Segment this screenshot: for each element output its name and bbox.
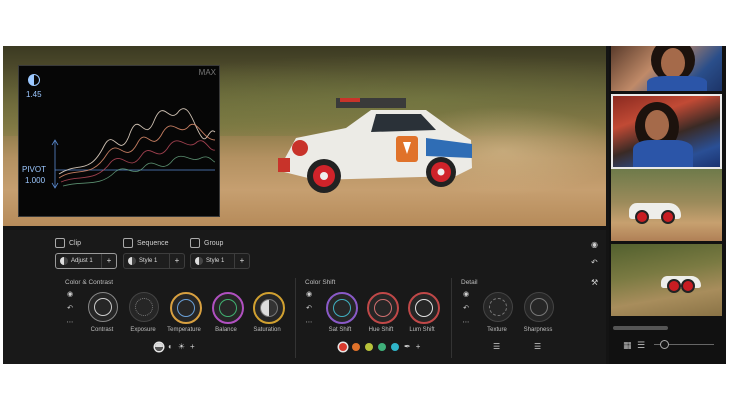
knob-label-sharpness: Sharpness — [523, 327, 553, 333]
section-title-color-shift: Color Shift — [305, 279, 336, 286]
style-icon — [128, 257, 136, 265]
levels-mode-icon[interactable] — [155, 343, 163, 351]
knob-hue-shift[interactable] — [367, 292, 399, 324]
wrench-icon[interactable]: ⚒ — [591, 278, 598, 287]
adjustment-icon — [60, 257, 68, 265]
sharpness-settings-icon[interactable]: ☰ — [534, 343, 541, 351]
swatch-cyan[interactable] — [391, 343, 399, 351]
tab-clip-label: Clip — [69, 239, 82, 247]
color-contrast-modes: ◐ ☀ + — [155, 343, 195, 351]
section-title-detail: Detail — [461, 279, 478, 286]
knob-contrast[interactable] — [88, 292, 118, 322]
undo-icon[interactable]: ↶ — [591, 258, 598, 267]
group-icon — [190, 238, 200, 248]
layer-chip-label: Style 1 — [139, 258, 158, 264]
reset-icon[interactable]: ↶ — [304, 302, 314, 316]
section-tools-color-shift: ◉ ↶ ⋯ — [304, 288, 314, 330]
clip-thumbnails: ▦ ☰ — [609, 46, 726, 364]
eyedropper-icon[interactable]: ✒ — [404, 343, 411, 351]
swatch-green[interactable] — [378, 343, 386, 351]
section-tools-color-contrast: ◉ ↶ ⋯ — [65, 288, 75, 330]
color-grading-app: MAX 1.45 PIVOT 1.000 ▦ ☰ Clip Sequence G… — [3, 46, 726, 364]
more-icon[interactable]: ⋯ — [304, 316, 314, 330]
knob-sharpness[interactable] — [524, 292, 554, 322]
brightness-mode-icon[interactable]: ☀ — [178, 343, 185, 351]
reset-icon[interactable]: ↶ — [65, 302, 75, 316]
scope-overlay[interactable]: MAX 1.45 PIVOT 1.000 — [18, 65, 220, 217]
swatch-orange[interactable] — [352, 343, 360, 351]
eye-icon[interactable]: ◉ — [461, 288, 471, 302]
style-icon — [195, 257, 203, 265]
add-layer-button[interactable]: + — [169, 254, 184, 268]
more-icon[interactable]: ⋯ — [461, 316, 471, 330]
thumbnail-clip-3[interactable] — [611, 169, 722, 241]
knob-saturation[interactable] — [253, 292, 285, 324]
knob-exposure[interactable] — [129, 292, 159, 322]
list-view-icon[interactable]: ☰ — [637, 340, 645, 351]
video-viewer[interactable]: MAX 1.45 PIVOT 1.000 — [3, 46, 606, 226]
layer-chip-label: Adjust 1 — [71, 258, 93, 264]
swatch-red[interactable] — [339, 343, 347, 351]
tab-sequence-label: Sequence — [137, 239, 169, 247]
eye-icon[interactable]: ◉ — [304, 288, 314, 302]
sequence-icon — [123, 238, 133, 248]
knob-balance[interactable] — [212, 292, 244, 324]
knob-lum-shift[interactable] — [408, 292, 440, 324]
knob-label-lum-shift: Lum Shift — [409, 327, 435, 333]
knob-label-saturation: Saturation — [253, 327, 281, 333]
tab-sequence[interactable]: Sequence — [123, 238, 169, 248]
thumbnail-clip-2[interactable] — [611, 94, 722, 169]
rally-car-image — [278, 98, 472, 193]
eye-icon[interactable]: ◉ — [65, 288, 75, 302]
section-tools-detail: ◉ ↶ ⋯ — [461, 288, 471, 330]
contrast-mode-icon[interactable]: ◐ — [168, 343, 173, 351]
section-title-color-contrast: Color & Contrast — [65, 279, 114, 286]
tab-group[interactable]: Group — [190, 238, 223, 248]
layer-chip-label: Style 1 — [206, 258, 225, 264]
knob-texture[interactable] — [483, 292, 513, 322]
thumbnail-clip-4[interactable] — [611, 244, 722, 316]
visibility-icon[interactable]: ◉ — [591, 240, 598, 249]
layer-chip-adjust-1[interactable]: Adjust 1 + — [55, 253, 117, 269]
waveform-plot — [51, 108, 216, 189]
thumbnail-scrollbar[interactable] — [613, 326, 668, 330]
knob-temperature[interactable] — [170, 292, 202, 324]
tab-group-label: Group — [204, 239, 224, 247]
add-layer-button[interactable]: + — [234, 254, 249, 268]
section-divider — [295, 278, 296, 358]
add-layer-button[interactable]: + — [101, 254, 116, 268]
clip-icon — [55, 238, 65, 248]
swatch-yellow-green[interactable] — [365, 343, 373, 351]
add-mode-icon[interactable]: + — [190, 343, 195, 351]
add-swatch-icon[interactable]: + — [416, 343, 421, 351]
grading-controls-panel: Clip Sequence Group Adjust 1 + Style 1 +… — [3, 230, 606, 364]
tab-clip[interactable]: Clip — [55, 238, 81, 248]
layer-chip-group-style-1[interactable]: Style 1 + — [190, 253, 250, 269]
color-shift-swatches: ✒ + — [339, 343, 420, 351]
thumbnail-size-slider-knob[interactable] — [660, 340, 669, 349]
section-divider — [451, 278, 452, 358]
reset-icon[interactable]: ↶ — [461, 302, 471, 316]
layer-chip-style-1[interactable]: Style 1 + — [123, 253, 185, 269]
thumbnail-clip-1[interactable] — [611, 46, 722, 91]
detail-settings-icon[interactable]: ☰ — [493, 343, 500, 351]
more-icon[interactable]: ⋯ — [65, 316, 75, 330]
grid-view-icon[interactable]: ▦ — [623, 340, 632, 351]
knob-sat-shift[interactable] — [326, 292, 358, 324]
